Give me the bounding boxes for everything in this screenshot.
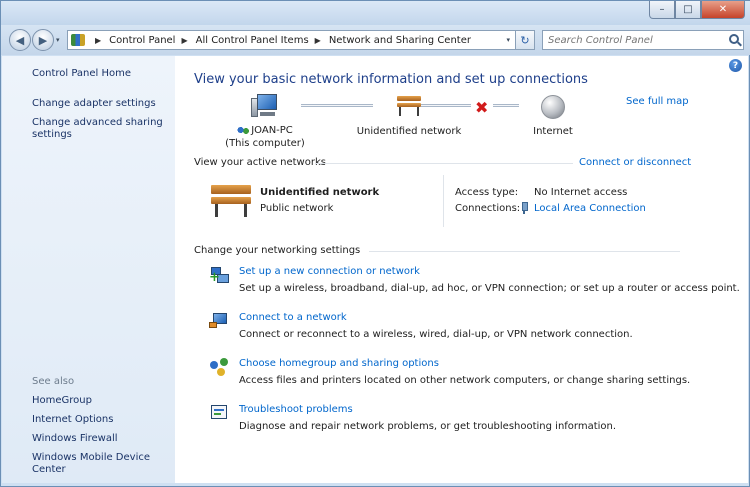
maximize-button[interactable]: □ [675,1,701,19]
setup-new-connection-link[interactable]: Set up a new connection or network [239,266,420,277]
sidebar: Control Panel Home Change adapter settin… [2,56,175,483]
map-connection-line [421,104,471,107]
main-content: ? View your basic network information an… [175,56,748,483]
access-type-value: No Internet access [534,187,628,198]
connect-network-icon[interactable] [209,311,231,331]
forward-button[interactable]: ▶ [32,29,54,51]
see-also-windows-firewall[interactable]: Windows Firewall [32,433,167,445]
search-input[interactable] [543,31,718,49]
sidebar-control-panel-home[interactable]: Control Panel Home [32,68,131,79]
troubleshoot-problems-desc: Diagnose and repair network problems, or… [239,421,617,432]
access-type-label: Access type: [455,187,519,198]
computer-icon [251,94,279,118]
globe-icon [541,95,565,119]
connect-to-network-link[interactable]: Connect to a network [239,312,347,323]
breadcrumb-separator-icon[interactable]: ▶ [315,36,321,45]
forward-arrow-icon: ▶ [38,33,48,47]
search-box[interactable] [542,30,744,50]
connect-to-network-desc: Connect or reconnect to a wireless, wire… [239,329,633,340]
window-controls: – □ ✕ [649,1,745,19]
new-connection-icon[interactable]: + [209,265,231,285]
close-button[interactable]: ✕ [701,1,745,19]
active-network-type-link[interactable]: Public network [260,203,333,214]
lan-connection-icon [520,202,528,214]
see-full-map-link[interactable]: See full map [626,96,689,107]
breadcrumb-separator-icon[interactable]: ▶ [181,36,187,45]
vertical-divider [443,175,444,227]
network-bench-icon[interactable] [211,185,251,217]
section-divider [315,163,573,164]
map-connection-line [493,104,519,107]
sidebar-change-advanced-sharing[interactable]: Change advanced sharing settings [32,117,167,141]
breadcrumb-control-panel[interactable]: Control Panel [109,35,175,46]
map-node-internet: Internet [519,95,587,138]
title-bar: – □ ✕ [1,1,750,25]
homegroup-sharing-desc: Access files and printers located on oth… [239,375,691,386]
troubleshoot-icon[interactable] [209,403,231,423]
connections-label: Connections: [455,203,521,214]
see-also-internet-options[interactable]: Internet Options [32,414,167,426]
no-connection-icon: ✖ [475,98,489,117]
computer-name-row: JOAN-PC [215,124,315,137]
map-node-computer: JOAN-PC (This computer) [215,94,315,150]
active-networks-heading: View your active networks [194,157,326,168]
active-network-name: Unidentified network [260,187,380,198]
homegroup-icon[interactable] [209,357,231,377]
address-dropdown-icon[interactable]: ▾ [506,36,510,44]
see-also-label: See also [32,376,75,387]
computer-name: JOAN-PC [251,125,293,136]
computer-sub-label: (This computer) [225,138,305,149]
see-also-windows-mobile-device-center[interactable]: Windows Mobile Device Center [32,452,167,476]
connect-or-disconnect-link[interactable]: Connect or disconnect [579,157,691,168]
local-area-connection-link[interactable]: Local Area Connection [534,203,646,214]
refresh-button[interactable]: ↻ [515,30,535,50]
minimize-button[interactable]: – [649,1,675,19]
refresh-icon: ↻ [520,33,530,47]
address-bar[interactable]: ▶ Control Panel ▶ All Control Panel Item… [67,30,517,50]
sidebar-change-adapter-settings[interactable]: Change adapter settings [32,98,167,110]
internet-map-label: Internet [533,126,573,137]
back-button[interactable]: ◀ [9,29,31,51]
map-node-network: Unidentified network [353,96,465,138]
troubleshoot-problems-link[interactable]: Troubleshoot problems [239,404,353,415]
network-map-label: Unidentified network [356,126,462,137]
recent-pages-dropdown[interactable]: ▾ [56,36,60,44]
page-title: View your basic network information and … [194,72,588,87]
breadcrumb-separator-icon[interactable]: ▶ [95,36,101,45]
section-divider [369,251,680,252]
see-also-homegroup[interactable]: HomeGroup [32,395,167,407]
back-arrow-icon: ◀ [15,33,25,47]
help-icon[interactable]: ? [729,59,742,72]
window: – □ ✕ ◀ ▶ ▾ ▶ Control Panel ▶ All Contro… [0,0,750,487]
bench-icon [397,96,421,116]
homegroup-computer-icon [237,125,250,135]
homegroup-sharing-link[interactable]: Choose homegroup and sharing options [239,358,439,369]
control-panel-icon [71,34,85,46]
setup-new-connection-desc: Set up a wireless, broadband, dial-up, a… [239,283,740,294]
navigation-bar: ◀ ▶ ▾ ▶ Control Panel ▶ All Control Pane… [1,25,750,55]
breadcrumb-all-items[interactable]: All Control Panel Items [196,35,309,46]
breadcrumb-network-sharing-center[interactable]: Network and Sharing Center [329,35,471,46]
networking-settings-heading: Change your networking settings [194,245,361,256]
search-icon[interactable] [729,34,739,44]
